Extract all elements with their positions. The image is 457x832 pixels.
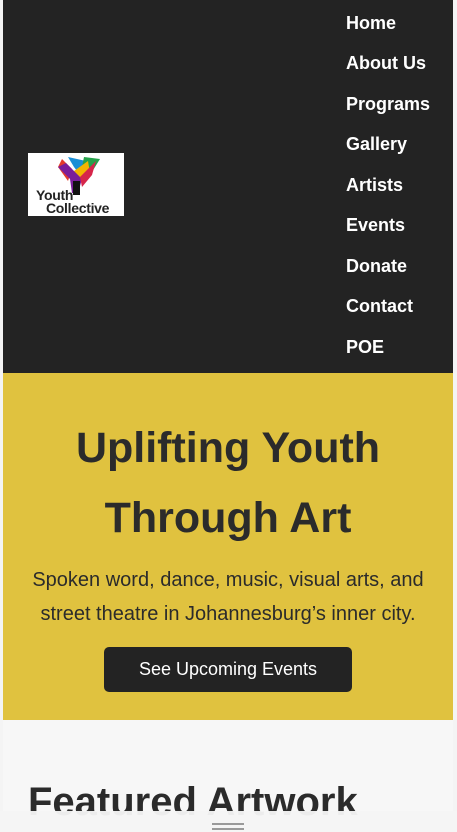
nav-home[interactable]: Home bbox=[346, 13, 396, 34]
logo-text-line2: Collective bbox=[46, 200, 110, 216]
nav-contact[interactable]: Contact bbox=[346, 296, 413, 317]
see-upcoming-events-button[interactable]: See Upcoming Events bbox=[104, 647, 352, 692]
nav-programs[interactable]: Programs bbox=[346, 94, 430, 115]
hero-title: Uplifting Youth Through Art bbox=[75, 424, 381, 542]
hero-subtitle: Spoken word, dance, music, visual arts, … bbox=[32, 569, 424, 625]
nav-events[interactable]: Events bbox=[346, 215, 405, 236]
nav-donate[interactable]: Donate bbox=[346, 256, 407, 277]
nav-artists[interactable]: Artists bbox=[346, 175, 403, 196]
site-header: Youth Collective Home About Us Programs … bbox=[3, 0, 453, 373]
drag-handle-icon[interactable] bbox=[212, 823, 244, 831]
nav-about-us[interactable]: About Us bbox=[346, 53, 426, 74]
nav-gallery[interactable]: Gallery bbox=[346, 134, 407, 155]
nav-poe[interactable]: POE bbox=[346, 337, 384, 358]
hero-section: Uplifting Youth Through Art Spoken word,… bbox=[3, 373, 453, 720]
youth-collective-logo[interactable]: Youth Collective bbox=[28, 153, 124, 216]
page: Youth Collective Home About Us Programs … bbox=[3, 0, 453, 832]
